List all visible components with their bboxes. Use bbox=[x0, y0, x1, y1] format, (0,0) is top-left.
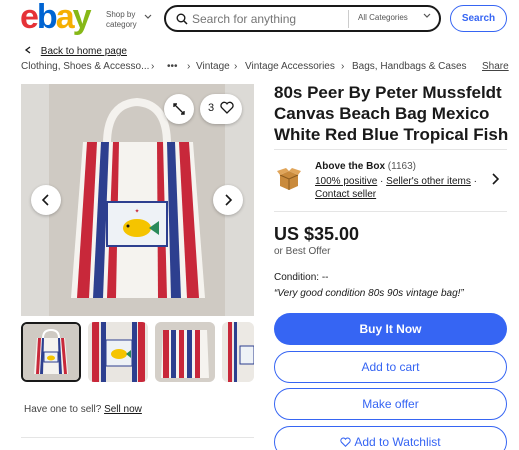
ebay-logo[interactable]: ebay bbox=[20, 0, 92, 36]
seller-positive-feedback[interactable]: 100% positive bbox=[315, 176, 377, 187]
thumbnail-image bbox=[23, 324, 79, 380]
search-input[interactable] bbox=[192, 10, 342, 28]
chevron-right-icon[interactable] bbox=[491, 172, 500, 188]
previous-image-button[interactable] bbox=[31, 185, 61, 215]
heart-icon bbox=[220, 101, 234, 117]
make-offer-button[interactable]: Make offer bbox=[274, 388, 507, 420]
chevron-left-icon bbox=[41, 194, 49, 206]
search-bar: All Categories bbox=[164, 5, 441, 32]
site-header: ebay Shop by category All Categories Sea… bbox=[0, 0, 519, 40]
seller-links: 100% positive · Seller's other items · bbox=[315, 176, 477, 187]
condition-label: Condition: bbox=[274, 272, 320, 283]
seller-info: Above the Box (1163) bbox=[315, 161, 416, 172]
expand-icon bbox=[173, 103, 185, 115]
chevron-right-icon: › bbox=[151, 61, 155, 72]
sell-prompt-text: Have one to sell? bbox=[24, 404, 102, 415]
logo-letter-y: y bbox=[72, 0, 92, 36]
breadcrumb-item[interactable]: Clothing, Shoes & Accesso... bbox=[21, 61, 149, 72]
seller-feedback-count: (1163) bbox=[387, 161, 416, 172]
watch-count: 3 bbox=[208, 102, 215, 114]
add-to-cart-button[interactable]: Add to cart bbox=[274, 351, 507, 383]
logo-letter-e: e bbox=[20, 0, 39, 36]
thumbnail-image bbox=[222, 322, 254, 382]
condition-note: “Very good condition 80s 90s vintage bag… bbox=[274, 288, 464, 299]
add-to-watchlist-label: Add to Watchlist bbox=[354, 435, 441, 449]
logo-letter-a: a bbox=[55, 0, 75, 36]
best-offer-label: or Best Offer bbox=[274, 246, 331, 257]
shop-by-category[interactable]: Shop by category bbox=[106, 10, 152, 30]
breadcrumb-item[interactable]: Vintage Accessories bbox=[245, 61, 335, 72]
thumbnail-2[interactable] bbox=[88, 322, 148, 382]
expand-image-button[interactable] bbox=[164, 94, 194, 124]
seller-other-items-link[interactable]: Seller's other items bbox=[386, 176, 471, 187]
search-button[interactable]: Search bbox=[450, 5, 507, 32]
watch-button[interactable]: 3 bbox=[200, 94, 242, 124]
condition-value: -- bbox=[321, 272, 329, 283]
search-icon bbox=[176, 12, 188, 30]
thumbnail-image bbox=[88, 322, 148, 382]
breadcrumb-item[interactable]: Vintage bbox=[196, 61, 230, 72]
thumbnail-1[interactable] bbox=[21, 322, 81, 382]
thumbnail-image bbox=[155, 322, 215, 382]
seller-name[interactable]: Above the Box bbox=[315, 161, 385, 172]
separator-dot: · bbox=[473, 176, 477, 187]
breadcrumb: Clothing, Shoes & Accesso... › ••• › Vin… bbox=[21, 61, 511, 75]
divider bbox=[21, 437, 254, 438]
condition: Condition: -- bbox=[274, 272, 328, 283]
thumbnail-4[interactable] bbox=[222, 322, 254, 382]
breadcrumb-more[interactable]: ••• bbox=[167, 61, 178, 72]
back-to-home-label: Back to home page bbox=[40, 46, 127, 57]
chevron-down-icon bbox=[423, 11, 431, 21]
sell-prompt: Have one to sell? Sell now bbox=[24, 404, 142, 415]
thumbnail-3[interactable] bbox=[155, 322, 215, 382]
price: US $35.00 bbox=[274, 224, 360, 244]
add-to-watchlist-button[interactable]: Add to Watchlist bbox=[274, 426, 507, 450]
search-divider bbox=[348, 10, 349, 28]
back-to-home-link[interactable]: Back to home page bbox=[24, 46, 127, 57]
divider bbox=[274, 211, 507, 212]
chevron-right-icon: › bbox=[234, 61, 238, 72]
shop-by-line1: Shop by bbox=[106, 10, 136, 19]
logo-letter-b: b bbox=[36, 0, 58, 36]
heart-icon bbox=[340, 437, 352, 447]
box-icon bbox=[277, 168, 301, 190]
sell-now-link[interactable]: Sell now bbox=[104, 404, 142, 415]
category-select[interactable]: All Categories bbox=[358, 13, 408, 22]
chevron-right-icon: › bbox=[341, 61, 345, 72]
divider bbox=[274, 149, 507, 150]
next-image-button[interactable] bbox=[213, 185, 243, 215]
chevron-right-icon: › bbox=[187, 61, 191, 72]
arrow-left-icon bbox=[24, 46, 35, 57]
buy-it-now-button[interactable]: Buy It Now bbox=[274, 313, 507, 345]
shop-by-line2: category bbox=[106, 20, 137, 29]
seller-avatar[interactable] bbox=[276, 166, 302, 192]
contact-seller-link[interactable]: Contact seller bbox=[315, 189, 376, 200]
svg-text:✦: ✦ bbox=[134, 208, 139, 215]
chevron-right-icon bbox=[225, 194, 233, 206]
breadcrumb-item[interactable]: Bags, Handbags & Cases bbox=[352, 61, 467, 72]
chevron-down-icon bbox=[144, 13, 152, 23]
listing-title: 80s Peer By Peter Mussfeldt Canvas Beach… bbox=[274, 83, 509, 144]
share-link[interactable]: Share bbox=[482, 61, 509, 72]
